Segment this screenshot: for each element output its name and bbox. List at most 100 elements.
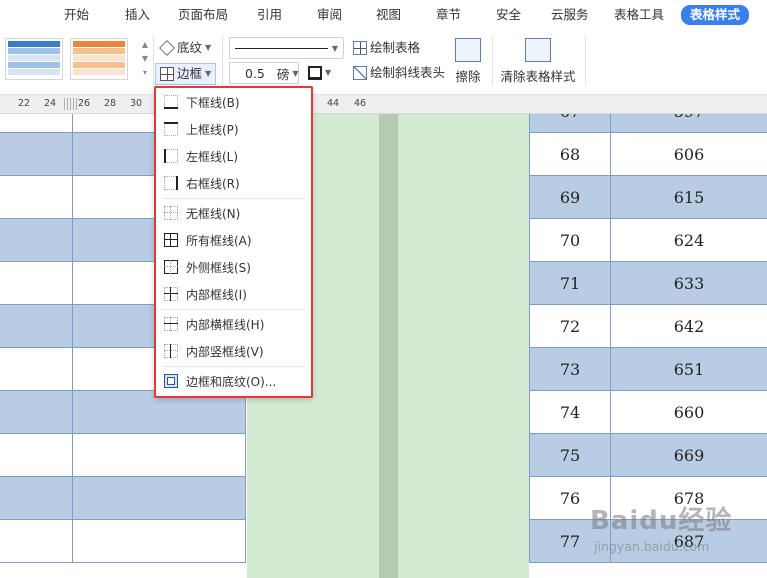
tab-view[interactable]: 视图 xyxy=(376,6,401,24)
menu-item-inside-vertical-border[interactable]: 内部竖框线(V) xyxy=(164,340,304,362)
tab-references[interactable]: 引用 xyxy=(257,6,282,24)
left-table-col1-cell[interactable] xyxy=(0,133,73,176)
left-table-col1-cell[interactable] xyxy=(0,391,73,434)
chevron-down-icon: ▼ xyxy=(292,68,299,78)
left-table-col1-cell[interactable] xyxy=(0,219,73,262)
tab-chapter[interactable]: 章节 xyxy=(436,6,461,24)
gallery-scroll-icon[interactable]: ▲ ▼ ▾ xyxy=(140,38,150,80)
menu-item-label: 内部横框线(H) xyxy=(186,317,265,332)
menu-item-no-border[interactable]: 无框线(N) xyxy=(164,202,304,224)
clear-table-style-button[interactable]: 清除表格样式 xyxy=(500,38,576,85)
menu-item-top-border[interactable]: 上框线(P) xyxy=(164,118,304,140)
menu-item-borders-and-shading[interactable]: 边框和底纹(O)... xyxy=(164,370,304,392)
eraser-label: 擦除 xyxy=(455,69,481,84)
right-table-col1-cell[interactable]: 75 xyxy=(529,434,611,477)
all-borders-icon xyxy=(164,233,178,247)
draw-diagonal-header-button[interactable]: 绘制斜线表头 xyxy=(353,63,445,83)
table-style-blue-thumbnail[interactable] xyxy=(5,38,63,80)
draw-table-icon xyxy=(353,41,367,55)
menu-item-label: 边框和底纹(O)... xyxy=(186,374,277,389)
draw-table-button[interactable]: 绘制表格 xyxy=(353,38,420,58)
line-width-unit: 磅 xyxy=(276,66,290,82)
right-table-col2-cell[interactable]: 615 xyxy=(611,176,767,219)
menu-item-right-border[interactable]: 右框线(R) xyxy=(164,172,304,194)
shading-button[interactable]: 底纹 ▼ xyxy=(159,38,212,58)
left-table-col2-cell[interactable] xyxy=(73,520,246,563)
ruler-tick: 30 xyxy=(130,98,143,109)
menu-item-label: 上框线(P) xyxy=(186,122,239,137)
inside-horizontal-border-icon xyxy=(164,317,178,331)
right-table-col2-cell[interactable]: 606 xyxy=(611,133,767,176)
watermark-url: jingyan.baidu.com xyxy=(594,539,710,554)
ruler-tick: 46 xyxy=(354,98,367,109)
menu-item-inside-borders[interactable]: 内部框线(I) xyxy=(164,283,304,305)
left-table-col1-cell[interactable] xyxy=(0,114,73,133)
chevron-down-icon: ▼ xyxy=(325,68,332,77)
ruler-column-marker[interactable] xyxy=(64,98,77,110)
chevron-down-icon: ▼ xyxy=(205,69,212,78)
menu-item-all-borders[interactable]: 所有框线(A) xyxy=(164,229,304,251)
left-table-col1-cell[interactable] xyxy=(0,348,73,391)
no-border-icon xyxy=(164,206,178,220)
tab-table-tools[interactable]: 表格工具 xyxy=(614,6,664,24)
left-table-col2-cell[interactable] xyxy=(73,477,246,520)
right-table-col1-cell[interactable]: 69 xyxy=(529,176,611,219)
shading-label: 底纹 xyxy=(177,40,203,55)
line-style-select[interactable]: ▼ xyxy=(229,37,344,59)
ruler-tick: 26 xyxy=(78,98,91,109)
menu-item-label: 内部竖框线(V) xyxy=(186,344,264,359)
chevron-down-icon: ▼ xyxy=(205,43,212,52)
menu-separator xyxy=(162,309,305,310)
right-table-col2-cell[interactable]: 651 xyxy=(611,348,767,391)
tab-review[interactable]: 审阅 xyxy=(317,6,342,24)
menu-item-left-border[interactable]: 左框线(L) xyxy=(164,145,304,167)
right-table-col2-cell[interactable]: 660 xyxy=(611,391,767,434)
horizontal-ruler[interactable]: 22 24 26 28 30 44 46 xyxy=(0,95,767,114)
draw-table-label: 绘制表格 xyxy=(370,40,421,55)
tab-security[interactable]: 安全 xyxy=(496,6,521,24)
right-table-col1-cell[interactable]: 74 xyxy=(529,391,611,434)
menu-item-label: 右框线(R) xyxy=(186,176,240,191)
right-table-col1-cell[interactable]: 67 xyxy=(529,114,611,133)
line-width-value: 0.5 xyxy=(245,65,265,81)
ribbon-toolbar: ▲ ▼ ▾ 底纹 ▼ 边框 ▼ ▼ 0.5 磅 ▼ ▼ 绘制表格 绘制斜线表头 擦除 xyxy=(0,30,767,95)
left-table-col1-cell[interactable] xyxy=(0,520,73,563)
right-table-col2-cell[interactable]: 642 xyxy=(611,305,767,348)
tab-table-style[interactable]: 表格样式 xyxy=(681,5,750,25)
border-button[interactable]: 边框 ▼ xyxy=(155,63,217,85)
menu-item-outside-borders[interactable]: 外侧框线(S) xyxy=(164,256,304,278)
tab-insert[interactable]: 插入 xyxy=(125,6,150,24)
eraser-button[interactable]: 擦除 xyxy=(452,38,484,85)
line-color-button[interactable]: ▼ xyxy=(308,63,331,83)
right-table-col1-cell[interactable]: 68 xyxy=(529,133,611,176)
inside-vertical-border-icon xyxy=(164,344,178,358)
left-table-col1-cell[interactable] xyxy=(0,477,73,520)
right-table-col2-cell[interactable]: 624 xyxy=(611,219,767,262)
left-table-col1-cell[interactable] xyxy=(0,434,73,477)
left-table-col2-cell[interactable] xyxy=(73,434,246,477)
menu-item-inside-horizontal-border[interactable]: 内部横框线(H) xyxy=(164,313,304,335)
right-table-col2-cell[interactable]: 597 xyxy=(611,114,767,133)
tab-cloud-service[interactable]: 云服务 xyxy=(551,6,589,24)
right-table-col1-cell[interactable]: 71 xyxy=(529,262,611,305)
ribbon-tab-bar: 开始 插入 页面布局 引用 审阅 视图 章节 安全 云服务 表格工具 表格样式 xyxy=(0,0,767,30)
right-table-col2-cell[interactable]: 669 xyxy=(611,434,767,477)
menu-item-label: 下框线(B) xyxy=(186,95,240,110)
left-table-col1-cell[interactable] xyxy=(0,262,73,305)
menu-item-bottom-border[interactable]: 下框线(B) xyxy=(164,91,304,113)
left-table-col1-cell[interactable] xyxy=(0,305,73,348)
ribbon-separator xyxy=(492,36,493,86)
tab-page-layout[interactable]: 页面布局 xyxy=(178,6,228,24)
right-table-col1-cell[interactable]: 73 xyxy=(529,348,611,391)
left-table-col1-cell[interactable] xyxy=(0,176,73,219)
right-table-col1-cell[interactable]: 70 xyxy=(529,219,611,262)
watermark-logo-text: Baidu经验 xyxy=(590,506,733,536)
ribbon-separator xyxy=(585,36,586,86)
tab-home[interactable]: 开始 xyxy=(64,6,89,24)
table-style-orange-thumbnail[interactable] xyxy=(70,38,128,80)
right-table-col2-cell[interactable]: 633 xyxy=(611,262,767,305)
baidu-jingyan-watermark: Baidu经验 jingyan.baidu.com xyxy=(590,500,760,570)
right-table-col1-cell[interactable]: 72 xyxy=(529,305,611,348)
line-width-select[interactable]: 0.5 磅 ▼ xyxy=(229,62,299,84)
menu-item-label: 内部框线(I) xyxy=(186,287,247,302)
